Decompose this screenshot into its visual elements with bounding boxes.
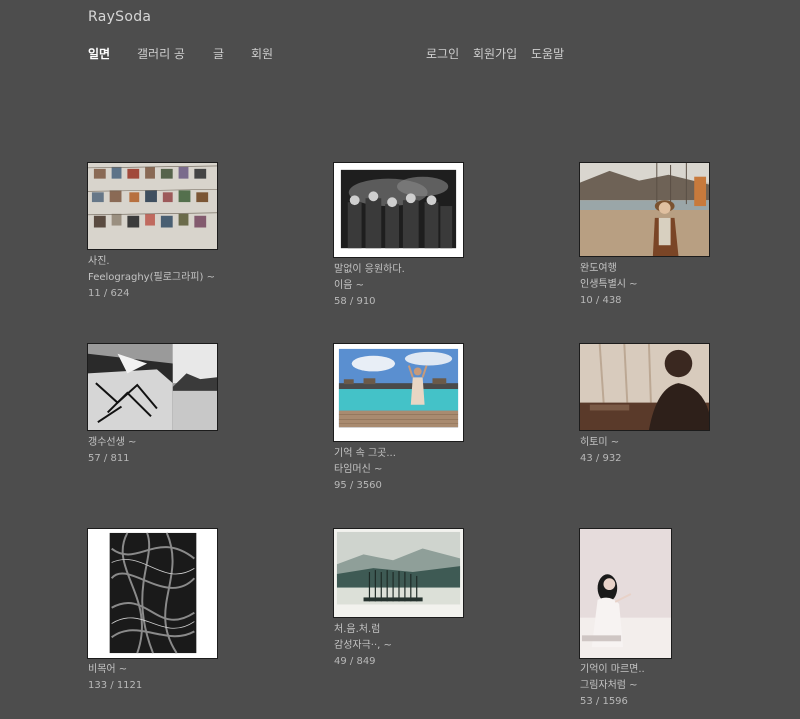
photo-thumbnail[interactable] [333, 528, 464, 618]
photo-thumbnail[interactable] [333, 162, 464, 258]
site-logo[interactable]: RaySoda [88, 9, 151, 25]
photo-title[interactable]: 처.음.처.럼 [334, 622, 392, 638]
photo-stats: 133 / 1121 [88, 680, 143, 691]
photo-stats: 58 / 910 [334, 296, 376, 307]
photo-author[interactable]: 비목어 ~ [88, 662, 142, 678]
photo-title[interactable]: 사진. [88, 254, 215, 270]
nav-item-help[interactable]: 도움말 [531, 45, 564, 62]
photo-stats: 53 / 1596 [580, 696, 628, 707]
photo-title[interactable]: 완도여행 [580, 261, 638, 277]
photo-stats: 11 / 624 [88, 288, 130, 299]
nav-item-gallery[interactable]: 갤러리 공 [137, 45, 185, 62]
photo-stats: 49 / 849 [334, 656, 376, 667]
photo-author[interactable]: 이음 ~ [334, 278, 405, 294]
nav-item-members[interactable]: 회원 [251, 45, 273, 62]
photo-title[interactable]: 기억 속 그곳... [334, 446, 396, 462]
photo-author[interactable]: 타임머신 ~ [334, 462, 396, 478]
photo-thumbnail[interactable] [87, 528, 218, 659]
nav-item-login[interactable]: 로그인 [426, 45, 459, 62]
photo-author[interactable]: 그림자처럼 ~ [580, 678, 645, 694]
photo-thumbnail[interactable] [333, 343, 464, 442]
window-silhouette-image [580, 344, 709, 430]
tangled-wires-image [88, 529, 217, 658]
photo-stats: 43 / 932 [580, 453, 622, 464]
photo-stats: 95 / 3560 [334, 480, 382, 491]
water-villa-image [334, 344, 463, 441]
photo-thumbnail[interactable] [579, 528, 672, 659]
photo-stats: 10 / 438 [580, 295, 622, 306]
woman-portrait-image [580, 529, 671, 658]
photo-thumbnail[interactable] [579, 162, 710, 257]
photo-author[interactable]: 인생특별시 ~ [580, 277, 638, 293]
photo-author[interactable]: 갱수선생 ~ [88, 435, 136, 451]
nav-item-writing[interactable]: 글 [213, 45, 224, 62]
photo-thumbnail[interactable] [87, 162, 218, 250]
photo-title[interactable]: 기억이 마르면.. [580, 662, 645, 678]
photo-author[interactable]: 히토미 ~ [580, 435, 622, 451]
beach-portrait-image [580, 163, 709, 256]
nav-item-home[interactable]: 일면 [88, 45, 110, 62]
bw-boat-image [88, 344, 217, 430]
photo-stats: 57 / 811 [88, 453, 130, 464]
photo-title[interactable]: 말없이 응원하다. [334, 262, 405, 278]
firefighters-image [334, 163, 463, 257]
photo-author[interactable]: 감성자극··, ~ [334, 638, 392, 654]
misty-forest-image [334, 529, 463, 617]
photo-thumbnail[interactable] [87, 343, 218, 431]
nav-item-signup[interactable]: 회원가입 [473, 45, 517, 62]
photo-thumbnail[interactable] [579, 343, 710, 431]
photo-wall-image [88, 163, 217, 249]
photo-author[interactable]: Feelograghy(필로그라피) ~ [88, 270, 215, 286]
